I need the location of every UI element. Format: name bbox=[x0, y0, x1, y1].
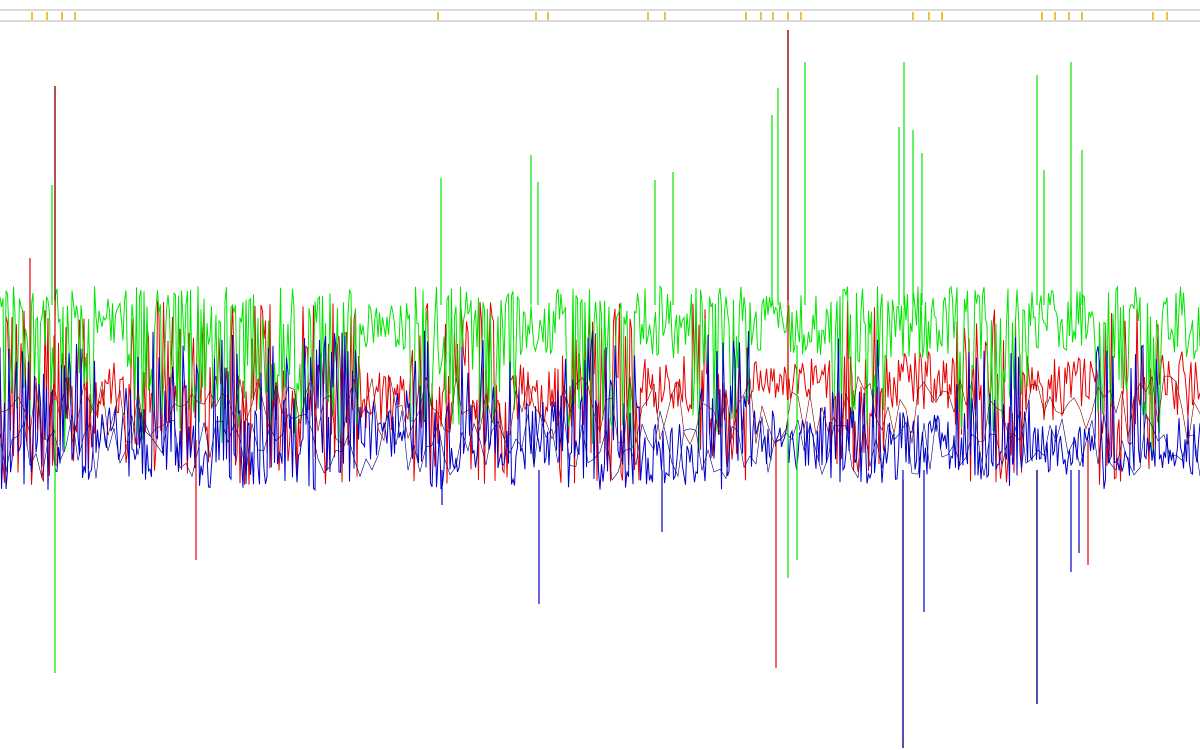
chart-canvas[interactable] bbox=[0, 0, 1200, 750]
marker-ticks bbox=[31, 12, 1168, 20]
signal-plot bbox=[0, 30, 1200, 748]
position-ruler[interactable] bbox=[0, 9, 1200, 22]
chart-view bbox=[0, 0, 1200, 750]
